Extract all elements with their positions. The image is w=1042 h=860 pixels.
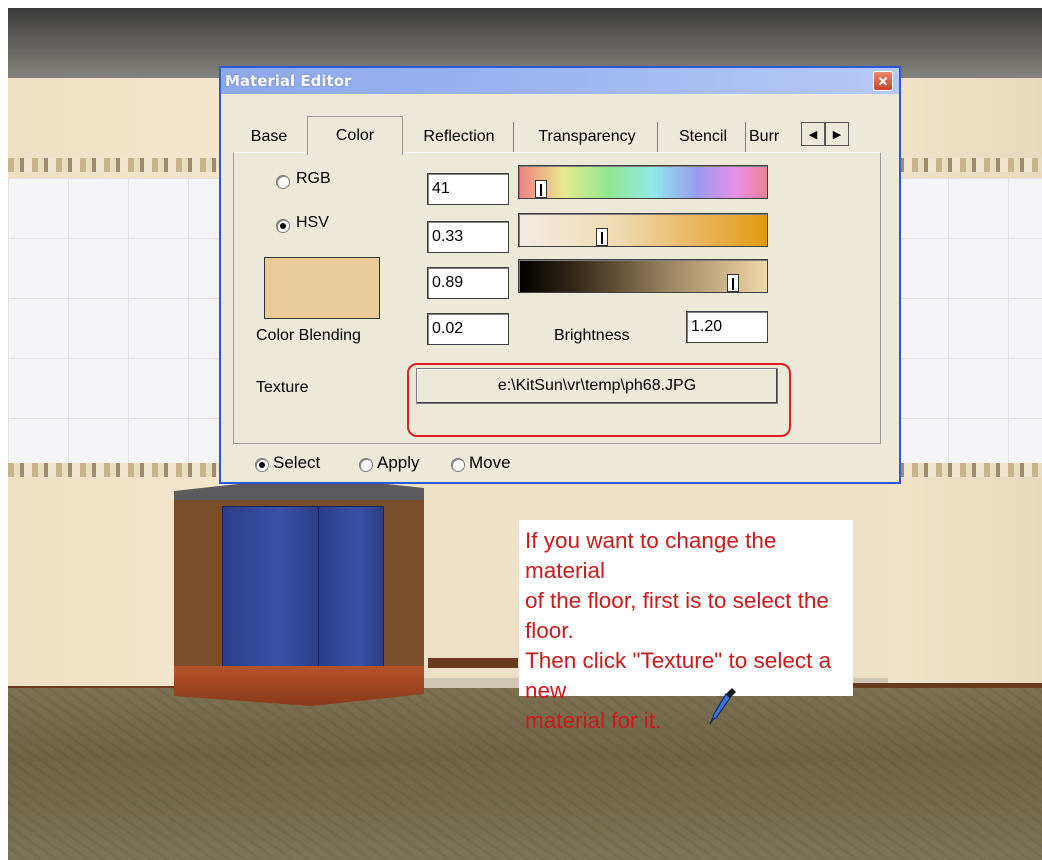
value-slider[interactable] [518, 259, 768, 293]
tile-border-lower-left [8, 463, 248, 477]
title-bar[interactable]: Material Editor ✕ [221, 68, 899, 94]
tab-strip: Base Color Reflection Transparency Stenc… [235, 116, 893, 155]
note-line: If you want to change the material [525, 528, 777, 583]
wall-tiles-left [8, 178, 248, 468]
note-line: of the floor, first is to select the flo… [525, 588, 829, 643]
cabinet-door-right [318, 506, 384, 668]
color-blending-field[interactable]: 0.02 [427, 313, 509, 345]
tab-reflection[interactable]: Reflection [405, 122, 514, 152]
saturation-slider-thumb[interactable] [596, 228, 608, 246]
material-editor-window[interactable]: Material Editor ✕ Base Color Reflection … [219, 66, 901, 484]
tab-stencil[interactable]: Stencil [661, 122, 746, 152]
tab-burr[interactable]: Burr [749, 122, 799, 152]
tab-transparency[interactable]: Transparency [517, 122, 658, 152]
brightness-label: Brightness [554, 327, 630, 344]
note-line: material for it. [525, 708, 662, 733]
tile-border-lower-right [888, 463, 1042, 477]
move-mode-radio[interactable] [451, 458, 465, 472]
color-preview-swatch [264, 257, 380, 319]
rgb-radio[interactable] [276, 175, 290, 189]
hue-slider[interactable] [518, 165, 768, 199]
rgb-label: RGB [296, 170, 331, 187]
note-line: Then click "Texture" to select a new [525, 648, 832, 703]
window-title: Material Editor [225, 72, 352, 90]
tab-color[interactable]: Color [307, 116, 403, 155]
baseboard-back [428, 658, 518, 668]
instruction-note: If you want to change the material of th… [519, 520, 853, 733]
tile-border-upper-left [8, 158, 248, 172]
move-mode-label: Move [469, 453, 511, 472]
value-slider-thumb[interactable] [727, 274, 739, 292]
texture-label: Texture [256, 379, 309, 396]
corner-cabinet[interactable] [168, 476, 438, 721]
saturation-field[interactable]: 0.33 [427, 221, 509, 253]
tab-scroll-right-icon[interactable]: ▶ [825, 122, 849, 146]
eyedropper-cursor-icon [709, 688, 736, 725]
brightness-field[interactable]: 1.20 [686, 311, 768, 343]
tile-border-upper-right [888, 158, 1042, 172]
hue-slider-thumb[interactable] [535, 180, 547, 198]
hue-field[interactable]: 41 [427, 173, 509, 205]
select-mode-label: Select [273, 453, 321, 472]
hsv-label: HSV [296, 214, 329, 231]
hsv-radio[interactable] [276, 219, 290, 233]
close-button[interactable]: ✕ [873, 71, 893, 91]
color-blending-label: Color Blending [256, 327, 361, 344]
apply-mode-label: Apply [377, 453, 420, 472]
select-mode-radio[interactable] [255, 458, 269, 472]
value-field[interactable]: 0.89 [427, 267, 509, 299]
cabinet-plinth [174, 666, 424, 706]
cabinet-door-left [222, 506, 320, 668]
tab-scroll-left-icon[interactable]: ◀ [801, 122, 825, 146]
saturation-slider[interactable] [518, 213, 768, 247]
tab-base[interactable]: Base [235, 122, 303, 152]
texture-highlight-annotation [407, 363, 791, 437]
wall-tiles-right [888, 178, 1042, 468]
apply-mode-radio[interactable] [359, 458, 373, 472]
